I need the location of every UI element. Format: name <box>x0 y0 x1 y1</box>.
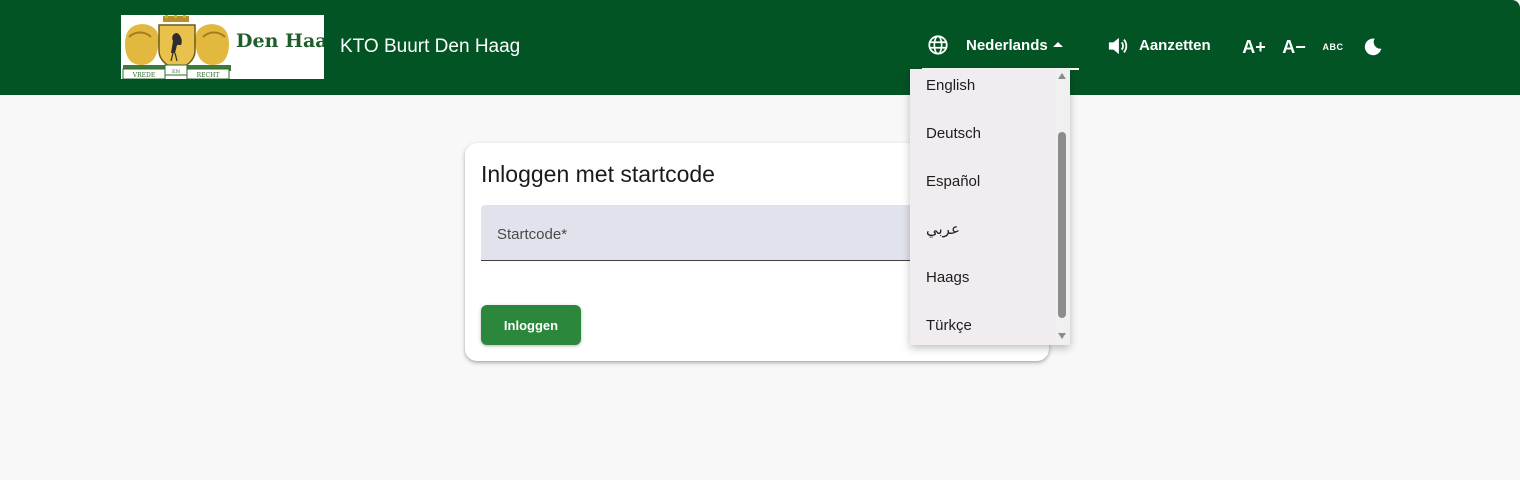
logo-wordmark: Den Haag <box>236 30 324 52</box>
increase-font-button[interactable]: A+ <box>1240 34 1268 60</box>
motto-recht: RECHT <box>197 72 220 79</box>
language-option-deutsch[interactable]: Deutsch <box>910 109 1056 157</box>
app-title: KTO Buurt Den Haag <box>340 36 521 57</box>
app-header: VREDE EN RECHT Den Haag KTO Buurt Den Ha… <box>0 0 1520 95</box>
language-menu: English Deutsch Español عربي Haags Türkç… <box>910 69 1070 345</box>
language-option-english[interactable]: English <box>910 69 1056 109</box>
language-option-espanol[interactable]: Español <box>910 157 1056 205</box>
language-selector-label: Nederlands <box>966 37 1048 54</box>
language-selector[interactable]: Nederlands <box>922 28 1079 70</box>
dyslexia-font-button[interactable]: ABC <box>1320 34 1346 60</box>
coat-of-arms-icon: VREDE EN RECHT <box>122 15 231 79</box>
login-button[interactable]: Inloggen <box>481 305 581 345</box>
read-aloud-label: Aanzetten <box>1139 37 1211 54</box>
language-option-haags[interactable]: Haags <box>910 253 1056 301</box>
login-title: Inloggen met startcode <box>481 161 715 187</box>
dark-mode-button[interactable] <box>1361 34 1385 60</box>
language-menu-scrollbar[interactable] <box>1055 69 1070 345</box>
scroll-up-arrow-icon[interactable] <box>1058 73 1066 79</box>
decrease-font-button[interactable]: A− <box>1280 34 1308 60</box>
globe-icon <box>928 35 948 55</box>
den-haag-logo[interactable]: VREDE EN RECHT Den Haag <box>121 15 324 79</box>
scrollbar-thumb[interactable] <box>1058 132 1066 318</box>
motto-vrede: VREDE <box>132 72 155 79</box>
speaker-icon <box>1108 37 1128 55</box>
motto-en: EN <box>172 69 181 75</box>
language-option-arabic[interactable]: عربي <box>910 205 1056 253</box>
scroll-down-arrow-icon[interactable] <box>1058 333 1066 339</box>
caret-up-icon <box>1053 42 1063 47</box>
language-option-turkce[interactable]: Türkçe <box>910 301 1056 345</box>
moon-icon <box>1364 38 1382 56</box>
